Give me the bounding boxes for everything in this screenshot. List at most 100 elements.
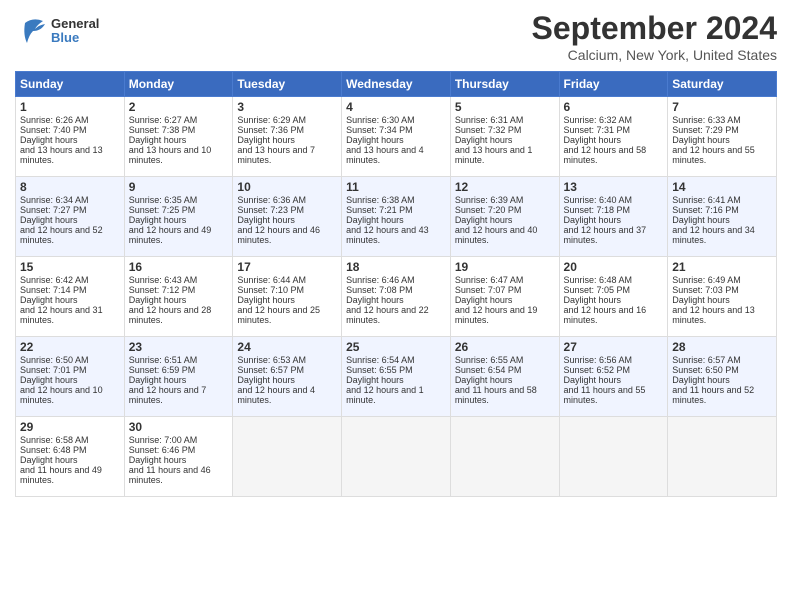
daylight-value: and 13 hours and 4 minutes. [346, 145, 424, 165]
day-number: 25 [346, 340, 446, 354]
table-row: 15 Sunrise: 6:42 AM Sunset: 7:14 PM Dayl… [16, 257, 777, 337]
sunrise-label: Sunrise: 6:39 AM [455, 195, 524, 205]
day-number: 13 [564, 180, 664, 194]
day-number: 29 [20, 420, 120, 434]
sunrise-label: Sunrise: 6:32 AM [564, 115, 633, 125]
sunrise-label: Sunrise: 6:49 AM [672, 275, 741, 285]
day-number: 10 [237, 180, 337, 194]
day-number: 24 [237, 340, 337, 354]
day-cell: 26 Sunrise: 6:55 AM Sunset: 6:54 PM Dayl… [450, 337, 559, 417]
day-number: 30 [129, 420, 229, 434]
col-thursday: Thursday [450, 72, 559, 97]
daylight-value: and 12 hours and 16 minutes. [564, 305, 647, 325]
daylight-value: and 11 hours and 46 minutes. [129, 465, 211, 485]
day-cell: 19 Sunrise: 6:47 AM Sunset: 7:07 PM Dayl… [450, 257, 559, 337]
daylight-value: and 12 hours and 46 minutes. [237, 225, 320, 245]
header-row: Sunday Monday Tuesday Wednesday Thursday… [16, 72, 777, 97]
daylight-label: Daylight hours [237, 295, 295, 305]
daylight-value: and 13 hours and 13 minutes. [20, 145, 103, 165]
daylight-label: Daylight hours [20, 215, 78, 225]
daylight-label: Daylight hours [237, 135, 295, 145]
sunrise-label: Sunrise: 6:27 AM [129, 115, 198, 125]
day-number: 18 [346, 260, 446, 274]
day-number: 28 [672, 340, 772, 354]
day-number: 23 [129, 340, 229, 354]
daylight-value: and 12 hours and 58 minutes. [564, 145, 647, 165]
sunrise-label: Sunrise: 6:51 AM [129, 355, 198, 365]
sunset-label: Sunset: 7:03 PM [672, 285, 739, 295]
day-number: 1 [20, 100, 120, 114]
day-number: 6 [564, 100, 664, 114]
day-number: 5 [455, 100, 555, 114]
sunrise-label: Sunrise: 6:54 AM [346, 355, 415, 365]
sunrise-label: Sunrise: 6:58 AM [20, 435, 89, 445]
sunset-label: Sunset: 7:08 PM [346, 285, 413, 295]
daylight-value: and 12 hours and 10 minutes. [20, 385, 103, 405]
day-cell: 6 Sunrise: 6:32 AM Sunset: 7:31 PM Dayli… [559, 97, 668, 177]
daylight-value: and 12 hours and 49 minutes. [129, 225, 212, 245]
daylight-label: Daylight hours [455, 295, 513, 305]
daylight-label: Daylight hours [346, 375, 404, 385]
col-friday: Friday [559, 72, 668, 97]
empty-cell [559, 417, 668, 497]
daylight-label: Daylight hours [129, 135, 187, 145]
daylight-value: and 12 hours and 34 minutes. [672, 225, 755, 245]
sunset-label: Sunset: 7:01 PM [20, 365, 87, 375]
day-number: 19 [455, 260, 555, 274]
day-cell: 7 Sunrise: 6:33 AM Sunset: 7:29 PM Dayli… [668, 97, 777, 177]
day-cell: 22 Sunrise: 6:50 AM Sunset: 7:01 PM Dayl… [16, 337, 125, 417]
empty-cell [342, 417, 451, 497]
sunset-label: Sunset: 7:20 PM [455, 205, 522, 215]
daylight-value: and 12 hours and 43 minutes. [346, 225, 429, 245]
daylight-label: Daylight hours [20, 375, 78, 385]
daylight-label: Daylight hours [346, 295, 404, 305]
day-number: 11 [346, 180, 446, 194]
col-tuesday: Tuesday [233, 72, 342, 97]
daylight-label: Daylight hours [564, 215, 622, 225]
daylight-label: Daylight hours [672, 215, 730, 225]
day-cell: 14 Sunrise: 6:41 AM Sunset: 7:16 PM Dayl… [668, 177, 777, 257]
daylight-value: and 12 hours and 28 minutes. [129, 305, 212, 325]
sunset-label: Sunset: 7:05 PM [564, 285, 631, 295]
sunset-label: Sunset: 7:38 PM [129, 125, 196, 135]
sunset-label: Sunset: 7:12 PM [129, 285, 196, 295]
sunrise-label: Sunrise: 6:40 AM [564, 195, 633, 205]
sunset-label: Sunset: 7:34 PM [346, 125, 413, 135]
sunrise-label: Sunrise: 6:34 AM [20, 195, 89, 205]
daylight-value: and 12 hours and 1 minute. [346, 385, 424, 405]
day-cell: 17 Sunrise: 6:44 AM Sunset: 7:10 PM Dayl… [233, 257, 342, 337]
table-row: 8 Sunrise: 6:34 AM Sunset: 7:27 PM Dayli… [16, 177, 777, 257]
day-number: 26 [455, 340, 555, 354]
location: Calcium, New York, United States [532, 47, 777, 63]
day-number: 21 [672, 260, 772, 274]
sunrise-label: Sunrise: 6:41 AM [672, 195, 741, 205]
daylight-value: and 12 hours and 22 minutes. [346, 305, 429, 325]
sunrise-label: Sunrise: 6:30 AM [346, 115, 415, 125]
daylight-label: Daylight hours [455, 135, 513, 145]
col-sunday: Sunday [16, 72, 125, 97]
day-cell: 25 Sunrise: 6:54 AM Sunset: 6:55 PM Dayl… [342, 337, 451, 417]
day-cell: 18 Sunrise: 6:46 AM Sunset: 7:08 PM Dayl… [342, 257, 451, 337]
page-container: General Blue September 2024 Calcium, New… [0, 0, 792, 502]
sunset-label: Sunset: 7:29 PM [672, 125, 739, 135]
sunset-label: Sunset: 7:16 PM [672, 205, 739, 215]
day-cell: 23 Sunrise: 6:51 AM Sunset: 6:59 PM Dayl… [124, 337, 233, 417]
day-cell: 28 Sunrise: 6:57 AM Sunset: 6:50 PM Dayl… [668, 337, 777, 417]
daylight-value: and 12 hours and 7 minutes. [129, 385, 207, 405]
sunset-label: Sunset: 7:27 PM [20, 205, 87, 215]
daylight-label: Daylight hours [129, 375, 187, 385]
daylight-label: Daylight hours [672, 375, 730, 385]
daylight-value: and 12 hours and 4 minutes. [237, 385, 315, 405]
daylight-value: and 11 hours and 58 minutes. [455, 385, 537, 405]
table-row: 22 Sunrise: 6:50 AM Sunset: 7:01 PM Dayl… [16, 337, 777, 417]
empty-cell [233, 417, 342, 497]
daylight-label: Daylight hours [672, 295, 730, 305]
sunrise-label: Sunrise: 6:26 AM [20, 115, 89, 125]
day-cell: 9 Sunrise: 6:35 AM Sunset: 7:25 PM Dayli… [124, 177, 233, 257]
daylight-label: Daylight hours [20, 135, 78, 145]
sunrise-label: Sunrise: 6:47 AM [455, 275, 524, 285]
day-number: 20 [564, 260, 664, 274]
day-number: 4 [346, 100, 446, 114]
sunrise-label: Sunrise: 6:35 AM [129, 195, 198, 205]
sunset-label: Sunset: 7:23 PM [237, 205, 304, 215]
